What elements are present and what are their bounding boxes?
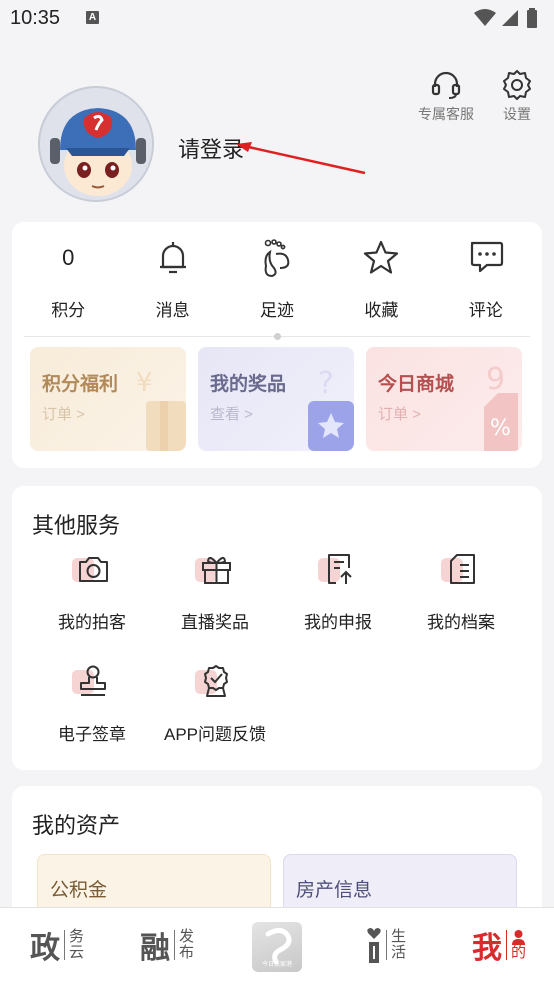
status-time: 10:35 — [10, 7, 61, 29]
page-indicator-dot — [274, 333, 281, 340]
housing-fund-label: 公积金 — [50, 880, 108, 901]
service-label: 直播奖品 — [181, 613, 249, 632]
app-logo-caption: 今日张家港 — [261, 962, 292, 968]
nav-big-char: 政 — [30, 932, 60, 965]
comments-label: 评论 — [468, 301, 503, 320]
feedback-icon — [204, 665, 228, 697]
nav-life[interactable]: 生活 — [366, 920, 406, 970]
svg-text:¥: ¥ — [136, 368, 153, 398]
messages-label: 消息 — [155, 301, 190, 320]
service-my-archive[interactable]: 我的档案 — [401, 550, 521, 633]
favorites-label: 收藏 — [364, 301, 399, 320]
my-assets-title: 我的资产 — [32, 813, 121, 838]
gift-icon — [202, 557, 231, 584]
user-stats-card: 0 积分 消息 足迹 收藏 评论 ¥ 积分福利 订单 > ? 我的奖品 查看 >… — [12, 222, 542, 468]
wifi-icon — [474, 9, 496, 26]
service-label: 我的档案 — [427, 613, 495, 632]
service-my-declaration[interactable]: 我的申报 — [278, 550, 398, 633]
nav-small-char: 活 — [391, 944, 407, 961]
customer-service-button[interactable]: 专属客服 — [418, 68, 474, 124]
discount-tag-icon: 9 % — [484, 362, 518, 451]
camera-icon — [79, 557, 108, 582]
settings-label: 设置 — [503, 106, 531, 122]
points-welfare-sub: 订单 > — [42, 406, 85, 423]
app-logo-button[interactable]: 今日张家港 — [252, 922, 302, 972]
service-label: 我的申报 — [304, 613, 372, 632]
nav-big-char: 融 — [140, 932, 170, 965]
service-e-seal[interactable]: 电子签章 — [32, 662, 152, 745]
footprints-button[interactable]: 足迹 — [227, 238, 327, 321]
annotation-arrow — [236, 142, 366, 175]
points-button[interactable]: 0 积分 — [18, 238, 118, 321]
bottom-navigation: 政 务云 融 发布 今日张家港 生活 我 的 — [0, 907, 554, 984]
svg-text:%: % — [490, 416, 511, 441]
other-services-title: 其他服务 — [32, 513, 121, 538]
battery-icon — [527, 8, 537, 28]
nav-gov-cloud[interactable]: 政 务云 — [30, 920, 84, 970]
avatar[interactable] — [38, 86, 154, 202]
status-bar: 10:35 A — [0, 0, 554, 38]
points-label: 积分 — [51, 301, 86, 320]
service-label: 我的拍客 — [58, 613, 126, 632]
property-info-label: 房产信息 — [296, 880, 373, 901]
bell-icon — [159, 242, 186, 274]
service-app-feedback[interactable]: APP问题反馈 — [155, 662, 275, 745]
headset-icon — [431, 71, 461, 99]
notification-icon: A — [86, 11, 99, 24]
archive-icon — [450, 554, 475, 584]
service-label: APP问题反馈 — [163, 725, 267, 744]
star-icon — [364, 240, 399, 274]
today-mall-title: 今日商城 — [378, 374, 455, 395]
customer-service-label: 专属客服 — [418, 106, 474, 122]
service-live-prizes[interactable]: 直播奖品 — [155, 550, 275, 633]
cartoon-avatar-icon — [40, 88, 152, 200]
points-value: 0 — [62, 245, 75, 270]
person-icon — [512, 930, 525, 945]
nav-mine[interactable]: 我 的 — [472, 920, 526, 970]
nav-small-char: 发 — [179, 928, 195, 945]
comment-icon — [470, 241, 503, 273]
heart-person-icon — [367, 928, 381, 963]
nav-small-char: 生 — [391, 928, 407, 945]
nav-small-char: 的 — [511, 944, 527, 961]
nav-small-char: 务 — [69, 928, 85, 945]
points-welfare-title: 积分福利 — [42, 374, 119, 395]
other-services-card: 其他服务 我的拍客 直播奖品 我的申报 我的档案 电子签章 APP问题反馈 — [12, 486, 542, 770]
report-icon — [328, 554, 352, 584]
service-my-reporter[interactable]: 我的拍客 — [32, 550, 152, 633]
my-prizes-title: 我的奖品 — [210, 374, 287, 395]
comments-button[interactable]: 评论 — [436, 238, 536, 321]
nav-big-char: 我 — [472, 932, 502, 965]
points-welfare-card[interactable]: ¥ 积分福利 订单 > — [30, 347, 186, 451]
prize-box-icon: ? — [308, 366, 354, 451]
nav-small-char: 云 — [69, 944, 85, 961]
footprint-icon — [264, 239, 290, 278]
messages-button[interactable]: 消息 — [123, 238, 223, 321]
today-mall-sub: 订单 > — [378, 406, 421, 423]
svg-text:9: 9 — [486, 362, 505, 397]
svg-text:?: ? — [318, 366, 334, 401]
gear-icon — [503, 70, 531, 100]
nav-media-release[interactable]: 融 发布 — [140, 920, 194, 970]
favorites-button[interactable]: 收藏 — [331, 238, 431, 321]
my-prizes-card[interactable]: ? 我的奖品 查看 > — [198, 347, 354, 451]
cellular-signal-icon — [502, 10, 518, 26]
gift-box-icon: ¥ — [136, 368, 186, 451]
settings-button[interactable]: 设置 — [500, 68, 534, 124]
today-mall-card[interactable]: 9 % 今日商城 订单 > — [366, 347, 522, 451]
footprints-label: 足迹 — [259, 301, 294, 320]
service-label: 电子签章 — [58, 725, 126, 744]
my-prizes-sub: 查看 > — [210, 406, 253, 423]
stamp-icon — [80, 665, 106, 696]
nav-small-char: 布 — [179, 944, 195, 961]
